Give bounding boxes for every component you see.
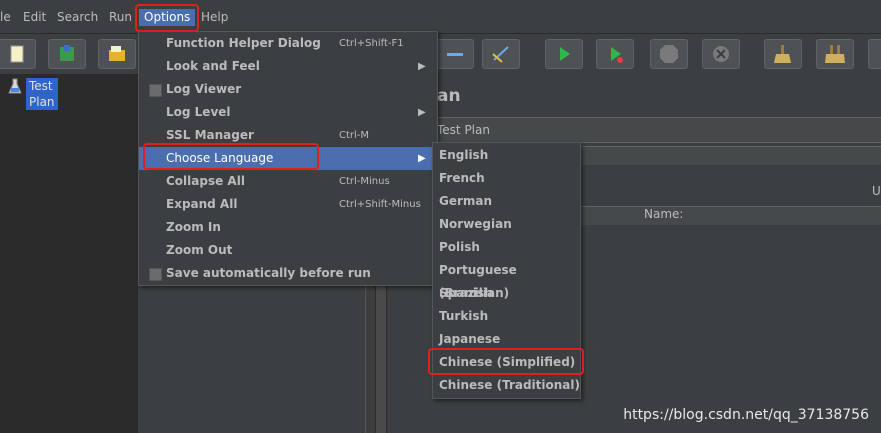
language-label: English (439, 148, 489, 162)
language-item-norwegian[interactable]: Norwegian (433, 213, 580, 236)
menu-item-label: Look and Feel (166, 59, 260, 73)
shutdown-button[interactable] (702, 39, 740, 69)
menu-file[interactable]: le (0, 9, 11, 26)
menu-item-log-viewer[interactable]: Log Viewer (139, 78, 437, 101)
menu-item-label: Collapse All (166, 174, 245, 188)
menu-item-label: Zoom In (166, 220, 221, 234)
broom-all-icon (825, 45, 845, 63)
minus-icon (447, 53, 463, 56)
menu-item-expand-all[interactable]: Expand All Ctrl+Shift-Minus (139, 193, 437, 216)
templates-button[interactable] (48, 39, 86, 69)
menubar: le Edit Search Run Options Help (0, 0, 881, 33)
clear-button[interactable] (764, 39, 802, 69)
menu-item-label: Expand All (166, 197, 238, 211)
open-folder-icon (109, 46, 125, 61)
column-name-header[interactable]: Name: (644, 207, 683, 221)
collapse-button[interactable] (436, 39, 474, 69)
language-label: Chinese (Traditional) (439, 378, 581, 392)
shutdown-icon (713, 46, 729, 62)
language-label: French (439, 171, 485, 185)
menu-item-label: Log Level (166, 105, 231, 119)
submenu-arrow-icon: ▶ (418, 61, 426, 72)
language-item-german[interactable]: German (433, 190, 580, 213)
new-button[interactable] (0, 39, 36, 69)
menu-item-label: Function Helper Dialog (166, 36, 321, 50)
flask-icon (8, 78, 22, 94)
menu-item-zoom-out[interactable]: Zoom Out (139, 239, 437, 262)
menu-item-label: Zoom Out (166, 243, 233, 257)
menu-item-zoom-in[interactable]: Zoom In (139, 216, 437, 239)
toggle-button[interactable] (482, 39, 520, 69)
toggle-icon (492, 46, 509, 63)
templates-icon (60, 45, 74, 61)
vertical-scrollbar[interactable] (375, 280, 387, 433)
search-tool-button[interactable] (868, 39, 881, 69)
options-menu-callout (135, 4, 199, 32)
panel-title: an (437, 86, 461, 106)
language-item-portuguese-brazilian[interactable]: Portuguese (Brazilian) (433, 259, 580, 300)
submenu-arrow-icon: ▶ (418, 107, 426, 118)
stop-icon (660, 45, 678, 63)
choose-language-callout (143, 143, 319, 170)
menu-item-log-level[interactable]: Log Level ▶ (139, 101, 437, 124)
language-label: German (439, 194, 493, 208)
menu-edit[interactable]: Edit (23, 9, 46, 26)
menu-search[interactable]: Search (57, 9, 98, 26)
start-button[interactable] (545, 39, 583, 69)
stop-button[interactable] (650, 39, 688, 69)
menu-item-look-and-feel[interactable]: Look and Feel ▶ (139, 55, 437, 78)
language-item-french[interactable]: French (433, 167, 580, 190)
checkbox-icon[interactable] (149, 268, 162, 281)
menu-item-label: Save automatically before run (166, 266, 371, 280)
chinese-simplified-callout (428, 348, 584, 375)
tree-node-label: Test Plan (26, 78, 58, 110)
menu-item-label: Log Viewer (166, 82, 242, 96)
watermark: https://blog.csdn.net/qq_37138756 (623, 407, 869, 423)
clear-all-button[interactable] (816, 39, 854, 69)
submenu-arrow-icon: ▶ (418, 153, 426, 164)
menu-item-accelerator: Ctrl-M (339, 130, 370, 141)
play-no-timers-icon (611, 47, 623, 63)
test-plan-tree: Test Plan (0, 74, 138, 433)
name-field-value: Test Plan (437, 123, 490, 137)
language-item-chinese-traditional[interactable]: Chinese (Traditional) (433, 374, 580, 397)
open-button[interactable] (98, 39, 136, 69)
menu-item-accelerator: Ctrl+Shift-F1 (339, 38, 404, 49)
language-item-turkish[interactable]: Turkish (433, 305, 580, 328)
new-file-icon (10, 45, 24, 63)
language-item-polish[interactable]: Polish (433, 236, 580, 259)
start-no-pause-button[interactable] (596, 39, 634, 69)
language-item-spanish[interactable]: Spanish (433, 282, 580, 305)
broom-icon (774, 45, 791, 63)
menu-run[interactable]: Run (109, 9, 132, 26)
menu-item-collapse-all[interactable]: Collapse All Ctrl-Minus (139, 170, 437, 193)
checkbox-icon[interactable] (149, 84, 162, 97)
menu-item-function-helper-dialog[interactable]: Function Helper Dialog Ctrl+Shift-F1 (139, 32, 437, 55)
language-label: Turkish (439, 309, 489, 323)
user-defined-variables-label: U (872, 184, 881, 198)
name-field[interactable]: Test Plan (432, 117, 881, 143)
play-icon (560, 47, 570, 61)
menu-item-save-automatically[interactable]: Save automatically before run (139, 262, 437, 285)
language-item-english[interactable]: English (433, 144, 580, 167)
menu-item-accelerator: Ctrl+Shift-Minus (339, 199, 421, 210)
language-label: Norwegian (439, 217, 512, 231)
language-label: Polish (439, 240, 480, 254)
toolbar (0, 33, 881, 74)
menu-help[interactable]: Help (201, 9, 228, 26)
menu-item-accelerator: Ctrl-Minus (339, 176, 390, 187)
language-label: Spanish (439, 286, 493, 300)
